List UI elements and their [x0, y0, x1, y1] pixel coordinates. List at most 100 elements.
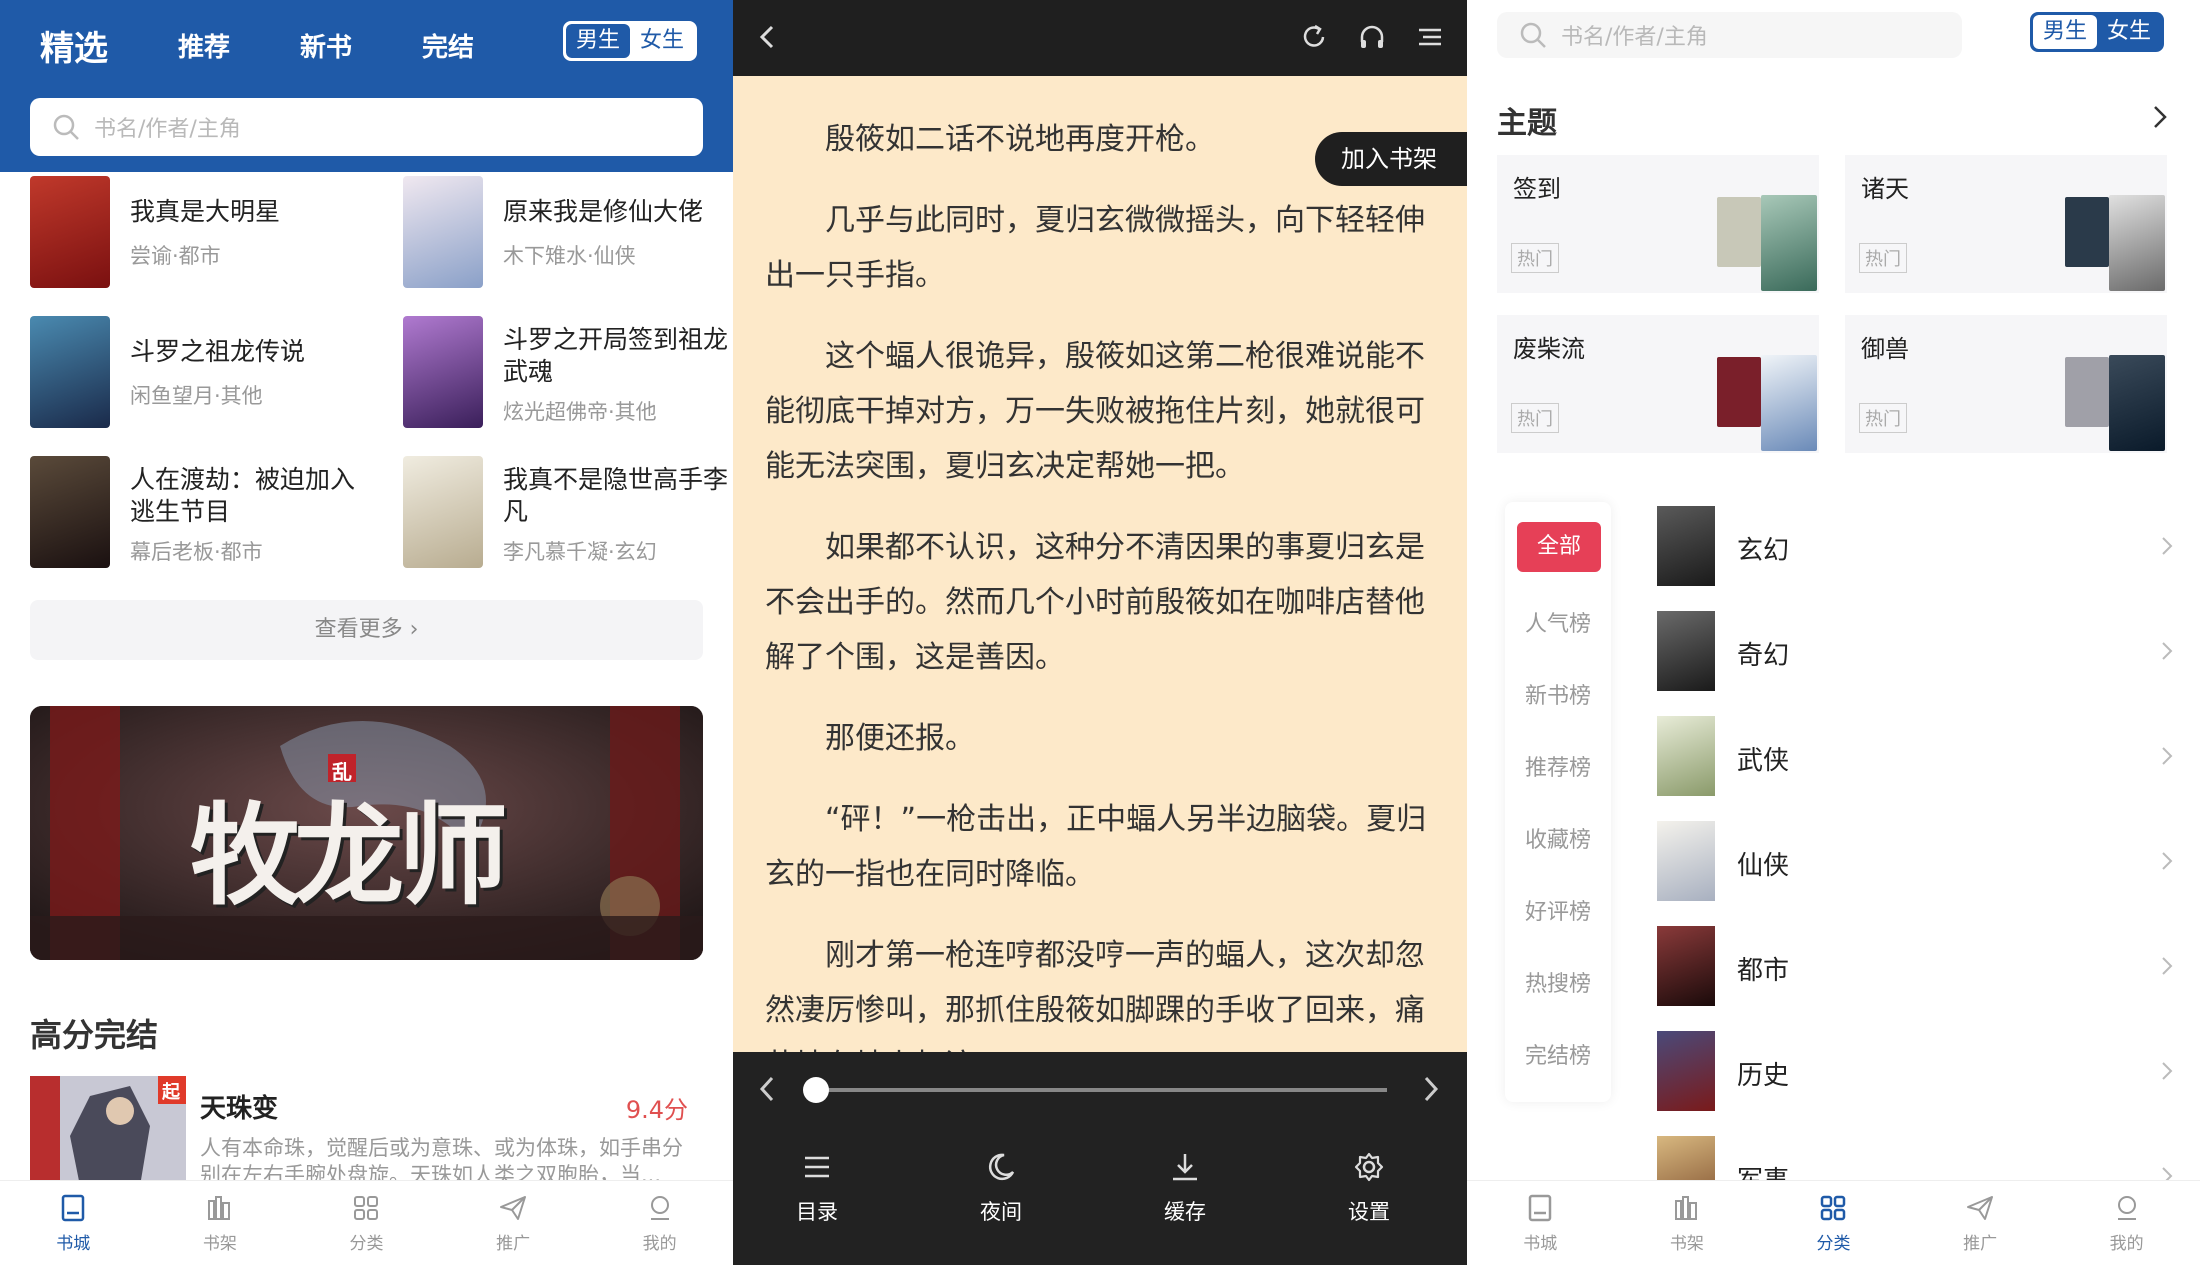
book-item[interactable]: 我真是大明星 尝谕·都市: [30, 172, 370, 297]
user-icon: [645, 1193, 675, 1223]
book-item[interactable]: 原来我是修仙大佬 木下雉水·仙侠: [403, 172, 733, 297]
topic-card[interactable]: 诸天 热门: [1845, 155, 2167, 293]
rank-recommend[interactable]: 推荐榜: [1505, 750, 1611, 782]
tabbar-label: 推广: [496, 1234, 531, 1254]
book-cover: [30, 316, 110, 428]
category-row[interactable]: 武侠: [1657, 716, 2177, 796]
top-tabs: 精选 推荐 新书 完结: [40, 21, 544, 70]
book-cover: [403, 456, 483, 568]
add-to-shelf-button[interactable]: 加入书架: [1315, 132, 1467, 186]
topic-cover: [1761, 195, 1817, 291]
highlight-title[interactable]: 天珠变: [200, 1088, 278, 1125]
control-label: 缓存: [1164, 1200, 1206, 1224]
gender-female[interactable]: 女生: [2097, 15, 2161, 49]
tabbar-profile[interactable]: 我的: [2053, 1181, 2200, 1265]
topic-cover: [1761, 355, 1817, 451]
category-row[interactable]: 历史: [1657, 1031, 2177, 1111]
topic-card[interactable]: 废柴流 热门: [1497, 315, 1819, 453]
view-more-button[interactable]: 查看更多 ›: [30, 600, 703, 660]
back-icon[interactable]: [753, 22, 783, 52]
highlight-cover[interactable]: 起: [30, 1076, 186, 1186]
category-row[interactable]: 玄幻: [1657, 506, 2177, 586]
tab-completed[interactable]: 完结: [422, 27, 474, 64]
menu-icon[interactable]: [1415, 22, 1445, 52]
paragraph: 那便还报。: [825, 721, 975, 756]
gender-male[interactable]: 男生: [2033, 15, 2098, 49]
gender-female[interactable]: 女生: [630, 24, 694, 58]
category-row[interactable]: 仙侠: [1657, 821, 2177, 901]
grid-icon: [351, 1193, 381, 1223]
tab-featured[interactable]: 精选: [40, 21, 108, 70]
bookstore-icon: [1525, 1193, 1555, 1223]
tabbar-bookshelf[interactable]: 书架: [1614, 1181, 1761, 1265]
book-meta: 闲鱼望月·其他: [130, 384, 263, 408]
rank-completed[interactable]: 完结榜: [1505, 1038, 1611, 1070]
tabbar-label: 书城: [1523, 1234, 1558, 1254]
book-item[interactable]: 斗罗之祖龙传说 闲鱼望月·其他: [30, 312, 370, 437]
category-name: 武侠: [1737, 746, 1790, 776]
cache-button[interactable]: 缓存: [1125, 1150, 1245, 1226]
gender-male[interactable]: 男生: [566, 24, 631, 58]
paragraph: “砰！”一枪击出，正中蝠人另半边脑袋。夏归玄的一指也在同时降临。: [765, 802, 1427, 892]
chevron-right-icon: [2157, 847, 2177, 875]
promo-banner[interactable]: 乱 牧龙师: [30, 706, 703, 960]
settings-button[interactable]: 设置: [1309, 1150, 1429, 1226]
topic-card[interactable]: 御兽 热门: [1845, 315, 2167, 453]
progress-handle[interactable]: [803, 1077, 829, 1103]
chevron-right-icon[interactable]: [2147, 102, 2173, 132]
book-item[interactable]: 斗罗之开局签到祖龙武魂 炫光超佛帝·其他: [403, 312, 733, 437]
book-meta: 尝谕·都市: [130, 244, 221, 268]
topic-cover: [1717, 197, 1761, 267]
topic-card[interactable]: 签到 热门: [1497, 155, 1819, 293]
topic-tag: 热门: [1859, 243, 1907, 273]
gender-toggle[interactable]: 男生 女生: [563, 21, 698, 61]
rank-favorites[interactable]: 收藏榜: [1505, 822, 1611, 854]
next-chapter-icon[interactable]: [1415, 1072, 1445, 1106]
topic-tag: 热门: [1859, 403, 1907, 433]
prev-chapter-icon[interactable]: [753, 1072, 783, 1106]
tab-recommend[interactable]: 推荐: [178, 27, 230, 64]
toc-button[interactable]: 目录: [757, 1150, 877, 1226]
control-label: 夜间: [980, 1200, 1022, 1224]
list-icon: [800, 1150, 834, 1184]
paragraph: 几乎与此同时，夏归玄微微摇头，向下轻轻伸出一只手指。: [765, 203, 1425, 293]
rank-popular[interactable]: 人气榜: [1505, 606, 1611, 638]
category-name: 都市: [1737, 956, 1790, 986]
tabbar-category[interactable]: 分类: [1760, 1181, 1907, 1265]
rank-new[interactable]: 新书榜: [1505, 678, 1611, 710]
tabbar-bookshelf[interactable]: 书架: [147, 1181, 294, 1265]
rank-rating[interactable]: 好评榜: [1505, 894, 1611, 926]
control-label: 目录: [796, 1200, 838, 1224]
tabbar-category[interactable]: 分类: [293, 1181, 440, 1265]
book-title: 人在渡劫：被迫加入逃生节目: [130, 465, 356, 526]
book-item[interactable]: 人在渡劫：被迫加入逃生节目 幕后老板·都市: [30, 452, 370, 577]
gender-toggle[interactable]: 男生 女生: [2030, 12, 2165, 52]
bookshelf-icon: [205, 1193, 235, 1223]
search-input[interactable]: 书名/作者/主角: [30, 98, 703, 156]
tabbar-label: 书架: [202, 1234, 237, 1254]
rank-hot-search[interactable]: 热搜榜: [1505, 966, 1611, 998]
rank-all[interactable]: 全部: [1517, 522, 1601, 572]
category-row[interactable]: 奇幻: [1657, 611, 2177, 691]
tabbar-bookstore[interactable]: 书城: [0, 1181, 147, 1265]
search-input[interactable]: 书名/作者/主角: [1497, 12, 1962, 58]
topic-cover: [2065, 197, 2109, 267]
chevron-right-icon: [2157, 1057, 2177, 1085]
tabbar-promote[interactable]: 推广: [440, 1181, 587, 1265]
category-cover: [1657, 1031, 1715, 1111]
topic-name: 御兽: [1861, 335, 1909, 363]
tabbar-promote[interactable]: 推广: [1907, 1181, 2054, 1265]
tabbar-bookstore[interactable]: 书城: [1467, 1181, 1614, 1265]
book-title: 斗罗之开局签到祖龙武魂: [503, 325, 729, 386]
book-title: 原来我是修仙大佬: [503, 197, 704, 226]
tabbar-profile[interactable]: 我的: [586, 1181, 733, 1265]
category-row[interactable]: 都市: [1657, 926, 2177, 1006]
bookstore-icon: [58, 1193, 88, 1223]
search-icon: [52, 113, 80, 141]
tab-new-books[interactable]: 新书: [300, 27, 352, 64]
book-item[interactable]: 我真不是隐世高手李凡 李凡慕千凝·玄幻: [403, 452, 733, 577]
night-mode-button[interactable]: 夜间: [941, 1150, 1061, 1226]
progress-slider[interactable]: [813, 1088, 1387, 1092]
headphones-icon[interactable]: [1357, 22, 1387, 52]
refresh-icon[interactable]: [1299, 22, 1329, 52]
